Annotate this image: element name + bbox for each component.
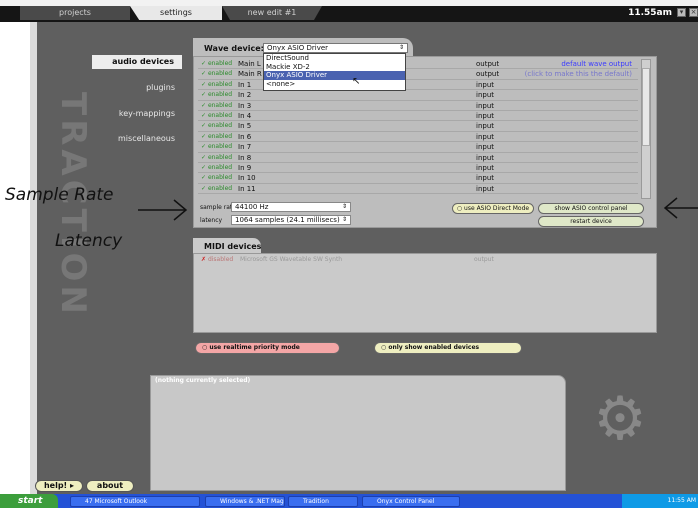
taskbar-item-onyx[interactable]: Onyx Control Panel: [362, 496, 460, 507]
only-enabled-toggle[interactable]: ○ only show enabled devices: [374, 342, 522, 354]
dropdown-option[interactable]: DirectSound: [264, 54, 405, 63]
realtime-priority-toggle[interactable]: ○ use realtime priority mode: [195, 342, 340, 354]
dropdown-option-selected[interactable]: Onyx ASIO Driver: [264, 71, 405, 81]
taskbar-item-tradition[interactable]: Tradition: [288, 496, 358, 507]
start-button[interactable]: start: [0, 494, 58, 508]
taskbar-item-windows-mag[interactable]: Windows & .NET Mag...: [205, 496, 285, 507]
midi-device-name: Microsoft GS Wavetable SW Synth: [240, 256, 343, 263]
selection-panel: [150, 375, 566, 491]
dropdown-option[interactable]: <none>: [264, 80, 405, 89]
cross-icon: ✗ disabled: [201, 256, 234, 263]
about-button[interactable]: about: [86, 480, 134, 492]
dropdown-option[interactable]: Mackie XD-2: [264, 63, 405, 72]
midi-devices-label: MIDI devices: [204, 242, 262, 251]
selection-label: (nothing currently selected): [155, 377, 251, 384]
midi-device-type: output: [474, 256, 494, 263]
left-arrow-icon: [663, 197, 698, 219]
help-button[interactable]: help! ▸: [35, 480, 83, 492]
traction-gear-icon: ⚙: [593, 384, 647, 454]
right-arrow-icon: [138, 199, 188, 221]
wave-device-dropdown[interactable]: DirectSound Mackie XD-2 Onyx ASIO Driver…: [263, 53, 406, 91]
tray-time: 11:55 AM: [667, 497, 696, 504]
midi-device-row[interactable]: ✗ disabled Microsoft GS Wavetable SW Syn…: [198, 256, 638, 266]
traction-window: projects settings new edit #1 11.55am ▾ …: [0, 0, 698, 508]
system-tray: 11:55 AM: [622, 494, 698, 508]
mouse-cursor-icon: ↖: [352, 76, 361, 87]
taskbar-item-outlook[interactable]: 47 Microsoft Outlook: [70, 496, 200, 507]
